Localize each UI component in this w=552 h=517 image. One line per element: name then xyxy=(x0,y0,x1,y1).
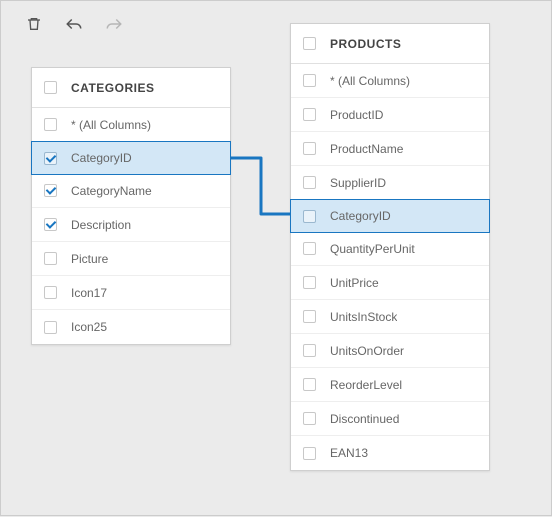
toolbar xyxy=(25,15,123,33)
column-label: Picture xyxy=(71,252,108,266)
redo-icon xyxy=(105,16,123,32)
column-checkbox[interactable] xyxy=(303,412,316,425)
column-label: CategoryID xyxy=(330,209,391,223)
undo-icon xyxy=(65,16,83,32)
redo-button[interactable] xyxy=(105,15,123,33)
column-label: CategoryName xyxy=(71,184,152,198)
column-checkbox[interactable] xyxy=(303,378,316,391)
column-label: ReorderLevel xyxy=(330,378,402,392)
column-row[interactable]: SupplierID xyxy=(291,166,489,200)
column-checkbox[interactable] xyxy=(303,176,316,189)
column-checkbox[interactable] xyxy=(44,184,57,197)
column-row[interactable]: CategoryID xyxy=(290,199,490,233)
column-checkbox[interactable] xyxy=(44,152,57,165)
column-row[interactable]: UnitsInStock xyxy=(291,300,489,334)
column-checkbox[interactable] xyxy=(44,218,57,231)
column-label: * (All Columns) xyxy=(71,118,151,132)
table-header[interactable]: CATEGORIES xyxy=(32,68,230,108)
column-row[interactable]: UnitPrice xyxy=(291,266,489,300)
column-checkbox[interactable] xyxy=(303,310,316,323)
design-canvas[interactable]: CATEGORIES * (All Columns) CategoryID Cate… xyxy=(0,0,552,516)
column-label: UnitsOnOrder xyxy=(330,344,404,358)
column-row[interactable]: UnitsOnOrder xyxy=(291,334,489,368)
column-row[interactable]: Icon17 xyxy=(32,276,230,310)
column-checkbox[interactable] xyxy=(303,210,316,223)
column-label: Description xyxy=(71,218,131,232)
column-checkbox[interactable] xyxy=(303,74,316,87)
column-row[interactable]: * (All Columns) xyxy=(291,64,489,98)
column-label: UnitPrice xyxy=(330,276,379,290)
column-row[interactable]: ProductID xyxy=(291,98,489,132)
column-checkbox[interactable] xyxy=(44,118,57,131)
column-label: UnitsInStock xyxy=(330,310,397,324)
column-row[interactable]: ProductName xyxy=(291,132,489,166)
column-row[interactable]: QuantityPerUnit xyxy=(291,232,489,266)
column-label: Icon17 xyxy=(71,286,107,300)
table-title: PRODUCTS xyxy=(330,37,401,51)
column-row[interactable]: CategoryName xyxy=(32,174,230,208)
select-all-checkbox[interactable] xyxy=(303,37,316,50)
column-row[interactable]: EAN13 xyxy=(291,436,489,470)
column-row[interactable]: CategoryID xyxy=(31,141,231,175)
column-checkbox[interactable] xyxy=(44,286,57,299)
column-label: SupplierID xyxy=(330,176,386,190)
column-row[interactable]: ReorderLevel xyxy=(291,368,489,402)
column-row[interactable]: * (All Columns) xyxy=(32,108,230,142)
delete-button[interactable] xyxy=(25,15,43,33)
column-label: EAN13 xyxy=(330,446,368,460)
column-label: CategoryID xyxy=(71,151,132,165)
column-label: Icon25 xyxy=(71,320,107,334)
column-label: QuantityPerUnit xyxy=(330,242,415,256)
column-row[interactable]: Picture xyxy=(32,242,230,276)
column-label: * (All Columns) xyxy=(330,74,410,88)
column-checkbox[interactable] xyxy=(303,242,316,255)
column-row[interactable]: Icon25 xyxy=(32,310,230,344)
column-checkbox[interactable] xyxy=(44,321,57,334)
trash-icon xyxy=(26,16,42,32)
column-label: Discontinued xyxy=(330,412,399,426)
column-label: ProductName xyxy=(330,142,403,156)
table-header[interactable]: PRODUCTS xyxy=(291,24,489,64)
column-checkbox[interactable] xyxy=(303,142,316,155)
select-all-checkbox[interactable] xyxy=(44,81,57,94)
column-label: ProductID xyxy=(330,108,383,122)
table-panel-products[interactable]: PRODUCTS * (All Columns) ProductID Product… xyxy=(290,23,490,471)
column-checkbox[interactable] xyxy=(303,447,316,460)
column-row[interactable]: Description xyxy=(32,208,230,242)
column-checkbox[interactable] xyxy=(303,276,316,289)
table-title: CATEGORIES xyxy=(71,81,154,95)
table-panel-categories[interactable]: CATEGORIES * (All Columns) CategoryID Cate… xyxy=(31,67,231,345)
column-checkbox[interactable] xyxy=(303,344,316,357)
column-checkbox[interactable] xyxy=(44,252,57,265)
column-checkbox[interactable] xyxy=(303,108,316,121)
undo-button[interactable] xyxy=(65,15,83,33)
column-row[interactable]: Discontinued xyxy=(291,402,489,436)
